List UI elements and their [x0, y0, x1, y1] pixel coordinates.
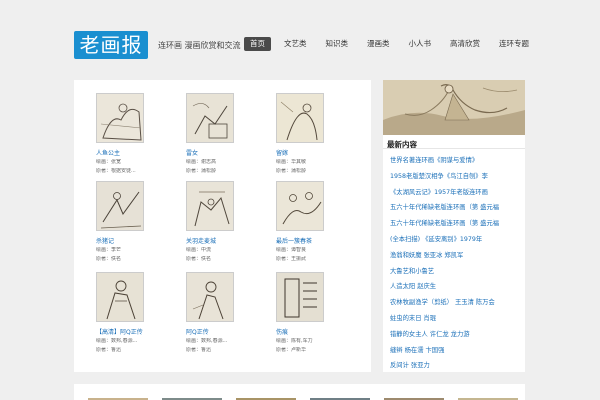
featured-banner[interactable]	[383, 80, 525, 135]
card-artist: 绘画：数邦,春源...	[186, 338, 228, 344]
card-artist: 绘画：数邦,春源...	[96, 338, 138, 344]
card-title[interactable]: 关羽走麦城	[186, 236, 246, 245]
comic-thumbnail[interactable]	[276, 181, 324, 231]
latest-item[interactable]: 错静的女主人 许仁龙 龙力游	[390, 327, 524, 343]
latest-item[interactable]: 五六十年代稀缺老版连环画（第 盛元福	[390, 216, 524, 232]
comic-thumbnail[interactable]	[276, 272, 324, 322]
latest-item[interactable]: 《太湖风云记》1957年老版连环画	[390, 185, 524, 201]
card-artist: 绘画：谭智良	[276, 247, 307, 253]
latest-item[interactable]: 渔翁和妖魔 张亚冰 郑凯军	[390, 248, 524, 264]
card-author: 原著：蒲松龄	[276, 168, 307, 174]
latest-item[interactable]: 人造太阳 赵庆生	[390, 279, 524, 295]
card-title[interactable]: 最后一簇春茶	[276, 236, 336, 245]
nav-topics[interactable]: 连环专题	[493, 37, 535, 51]
latest-item[interactable]: (全本扫描) 《延安离别》1979年	[390, 232, 524, 248]
card-artist: 绘画：华其敏	[276, 159, 307, 165]
comic-thumbnail[interactable]	[186, 93, 234, 143]
card-artist: 绘画：李芒	[96, 247, 122, 253]
card-author: 原著：蒲松龄	[186, 168, 217, 174]
comic-thumbnail[interactable]	[96, 272, 144, 322]
latest-content-list: 世界名著连环画《阴谋与爱情》 1958老版楚汉相争《鸟江自刎》李 《太湖风云记》…	[383, 149, 525, 374]
card-author: 原著：佚名	[186, 256, 212, 262]
latest-item[interactable]: 缝辫 杨在濡 卞国强	[390, 343, 524, 359]
comic-thumbnail[interactable]	[96, 181, 144, 231]
comic-thumbnail[interactable]	[276, 93, 324, 143]
card-title[interactable]: 阿Q正传	[186, 327, 246, 336]
card-artist: 绘画：中流	[186, 247, 212, 253]
card-title[interactable]: 【高清】阿Q正传	[96, 327, 156, 336]
card-author: 原著：王振武	[276, 256, 307, 262]
gallery-panel: 人鱼公主 绘画：张宽 原著：根据安徒... 雷女 绘画：谢志高 原著：蒲松龄 留…	[74, 80, 371, 372]
card-title[interactable]: 人鱼公主	[96, 148, 156, 157]
card-artist: 绘画：谢志高	[186, 159, 217, 165]
card-artist: 绘画：陈有,车力	[276, 338, 313, 344]
gallery-card[interactable]: 杀猪记 绘画：李芒 原著：佚名	[96, 181, 156, 263]
nav-knowledge[interactable]: 知识类	[320, 37, 355, 51]
card-title[interactable]: 伤痕	[276, 327, 336, 336]
card-artist: 绘画：张宽	[96, 159, 122, 165]
latest-item[interactable]: 蛀虫的末日 肖琨	[390, 311, 524, 327]
card-author: 原著：佚名	[96, 256, 122, 262]
nav-literature[interactable]: 文艺类	[278, 37, 313, 51]
latest-content-panel: 最新内容 世界名著连环画《阴谋与爱情》 1958老版楚汉相争《鸟江自刎》李 《太…	[383, 135, 525, 372]
gallery-card[interactable]: 雷女 绘画：谢志高 原著：蒲松龄	[186, 93, 246, 175]
card-author: 原著：鲁迅	[96, 347, 122, 353]
nav-picture-books[interactable]: 小人书	[403, 37, 438, 51]
card-title[interactable]: 留嫁	[276, 148, 336, 157]
latest-item[interactable]: 1958老版楚汉相争《鸟江自刎》李	[390, 169, 524, 185]
comic-thumbnail[interactable]	[186, 181, 234, 231]
card-title[interactable]: 雷女	[186, 148, 246, 157]
comic-thumbnail[interactable]	[186, 272, 234, 322]
card-author: 原著：鲁迅	[186, 347, 212, 353]
gallery-card[interactable]: 阿Q正传 绘画：数邦,春源... 原著：鲁迅	[186, 272, 246, 354]
nav-comics[interactable]: 漫画类	[361, 37, 396, 51]
latest-item[interactable]: 五六十年代稀缺老版连环画（第 盛元福	[390, 200, 524, 216]
main-nav: 首页 文艺类 知识类 漫画类 小人书 高清欣赏 连环专题	[244, 37, 542, 51]
latest-item[interactable]: 农林牧副渔学（剪纸） 王玉清 陈万会	[390, 295, 524, 311]
latest-content-title: 最新内容	[383, 135, 525, 149]
latest-item[interactable]: 反间计 张亚力	[390, 358, 524, 374]
gallery-card[interactable]: 留嫁 绘画：华其敏 原著：蒲松龄	[276, 93, 336, 175]
nav-hd[interactable]: 高清欣赏	[444, 37, 486, 51]
gallery-card[interactable]: 关羽走麦城 绘画：中流 原著：佚名	[186, 181, 246, 263]
gallery-card[interactable]: 【高清】阿Q正传 绘画：数邦,春源... 原著：鲁迅	[96, 272, 156, 354]
site-slogan: 连环画 漫画欣赏和交流	[158, 41, 241, 50]
card-author: 原著：卢新华	[276, 347, 307, 353]
latest-item[interactable]: 世界名著连环画《阴谋与爱情》	[390, 153, 524, 169]
next-section-strip	[74, 384, 525, 400]
card-author: 原著：根据安徒...	[96, 168, 136, 174]
comic-thumbnail[interactable]	[96, 93, 144, 143]
card-title[interactable]: 杀猪记	[96, 236, 156, 245]
gallery-card[interactable]: 人鱼公主 绘画：张宽 原著：根据安徒...	[96, 93, 156, 175]
site-logo[interactable]: 老画报	[74, 31, 148, 59]
latest-item[interactable]: 大鲁艺和小鲁艺	[390, 264, 524, 280]
gallery-card[interactable]: 最后一簇春茶 绘画：谭智良 原著：王振武	[276, 181, 336, 263]
gallery-card[interactable]: 伤痕 绘画：陈有,车力 原著：卢新华	[276, 272, 336, 354]
nav-home[interactable]: 首页	[244, 37, 271, 51]
